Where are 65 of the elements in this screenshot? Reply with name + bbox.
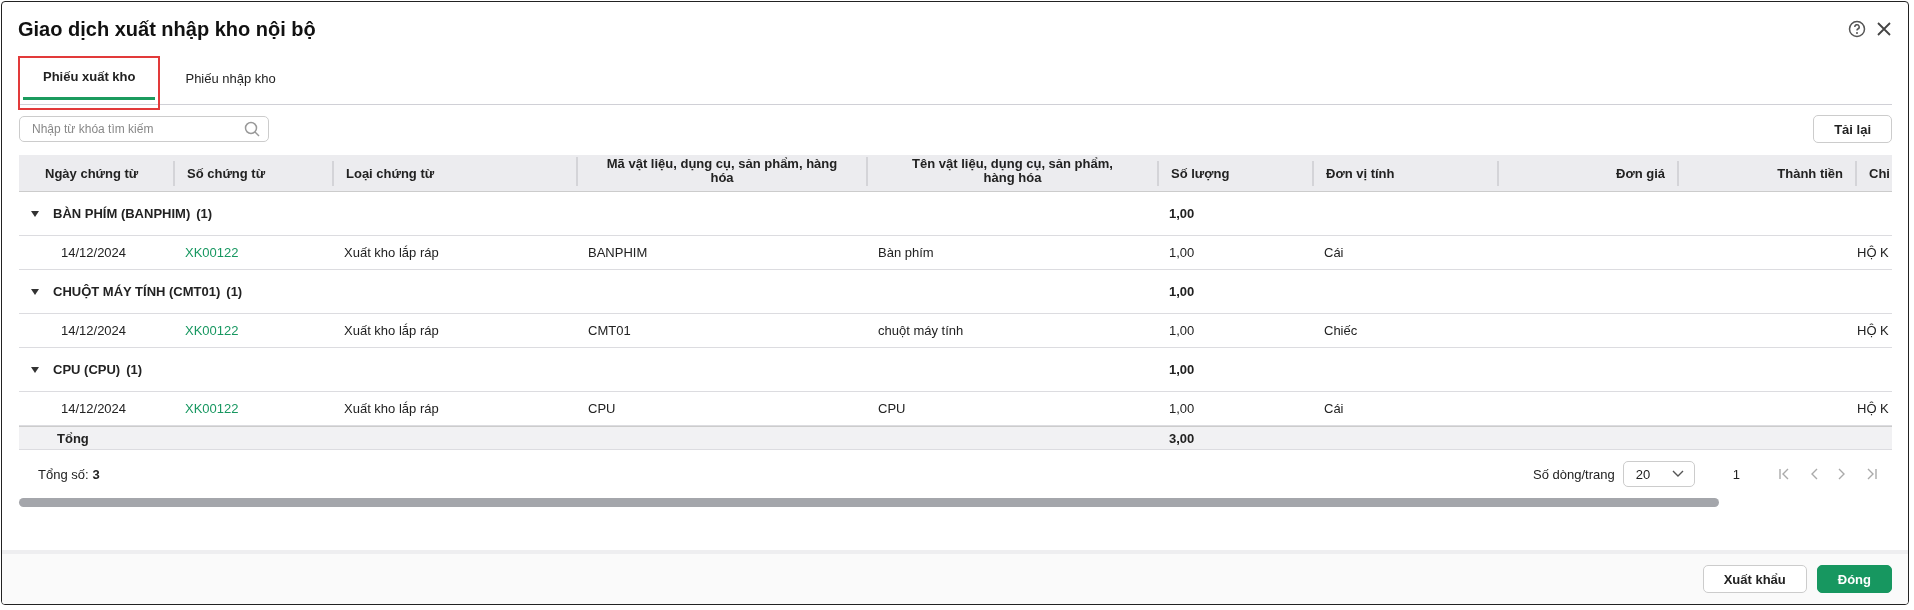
table-cell: HỘ K [1857,401,1889,416]
group-title: CPU (CPU) [53,362,121,377]
document-link[interactable]: XK00122 [185,245,239,260]
table-cell: Cái [1324,401,1344,416]
table-cell: Xuất kho lắp ráp [344,401,439,416]
table-cell: 1,00 [1169,284,1195,299]
column-header: Đơn giá [1616,165,1665,181]
close-button[interactable]: Đóng [1816,565,1892,593]
column-header: Thành tiền [1777,165,1843,181]
table-cell: Xuất kho lắp ráp [344,323,439,338]
caret-icon[interactable] [31,210,39,217]
column-header: Số chứng từ [187,165,266,181]
column-header: Mã vật liệu, dụng cụ, sản phẩm, hàng hóa [605,157,839,186]
column-header: Tên vật liệu, dụng cụ, sản phẩm, hàng hóa [911,157,1114,186]
search-icon [244,121,260,137]
table-cell: CMT01 [588,323,631,338]
table-cell: 14/12/2024 [61,245,127,260]
group-count: (1) [226,284,243,299]
table-cell: 1,00 [1169,245,1195,260]
table-cell: 1,00 [1169,323,1195,338]
group-title: BÀN PHÍM (BANPHIM) [53,206,191,221]
table-cell: Xuất kho lắp ráp [344,245,439,260]
table-cell: CPU [878,401,906,416]
total-count-label: Tổng số: [38,466,89,482]
reload-button[interactable]: Tải lại [1813,115,1892,143]
column-header: Loại chứng từ [346,165,435,181]
page-number: 1 [1732,466,1740,482]
close-icon[interactable] [1876,21,1892,37]
tab[interactable]: Phiếu nhập kho [165,56,296,104]
table-cell: CPU [588,401,616,416]
column-header: Đơn vị tính [1326,165,1395,181]
table-cell: Chiếc [1324,323,1358,338]
table-cell: 14/12/2024 [61,401,127,416]
table-cell: 3,00 [1169,430,1195,446]
table-cell: 1,00 [1169,401,1195,416]
table-cell: 1,00 [1169,362,1195,377]
document-link[interactable]: XK00122 [185,323,239,338]
table-cell: Bàn phím [878,245,934,260]
table-cell: 1,00 [1169,206,1195,221]
export-button[interactable]: Xuất khẩu [1702,565,1807,593]
group-title: CHUỘT MÁY TÍNH (CMT01) [53,284,221,299]
table-cell: 14/12/2024 [61,323,127,338]
chevron-down-icon [1671,470,1684,478]
column-header: Số lượng [1171,165,1230,181]
search-field[interactable]: Nhập từ khóa tìm kiếm [19,116,269,142]
caret-icon[interactable] [31,288,39,295]
table-cell: HỘ K [1857,245,1889,260]
help-icon[interactable] [1848,20,1866,38]
column-header: Ngày chứng từ [45,165,139,181]
total-label: Tổng [57,430,89,446]
table-cell: BANPHIM [588,245,648,260]
window-title: Giao dịch xuất nhập kho nội bộ [18,17,316,41]
table-cell: chuột máy tính [878,323,964,338]
group-count: (1) [126,362,143,377]
group-count: (1) [196,206,213,221]
page-size-dropdown[interactable]: 20 [1622,461,1695,487]
table-cell: Cái [1324,245,1344,260]
column-header: Chi [1869,165,1890,181]
caret-icon[interactable] [31,366,39,373]
table-cell: HỘ K [1857,323,1889,338]
horizontal-scrollbar[interactable] [19,498,1719,507]
total-count: 3 [92,466,100,482]
document-link[interactable]: XK00122 [185,401,239,416]
tab[interactable]: Phiếu xuất kho [23,56,156,100]
page-size-label: Số dòng/trang [1533,466,1615,482]
